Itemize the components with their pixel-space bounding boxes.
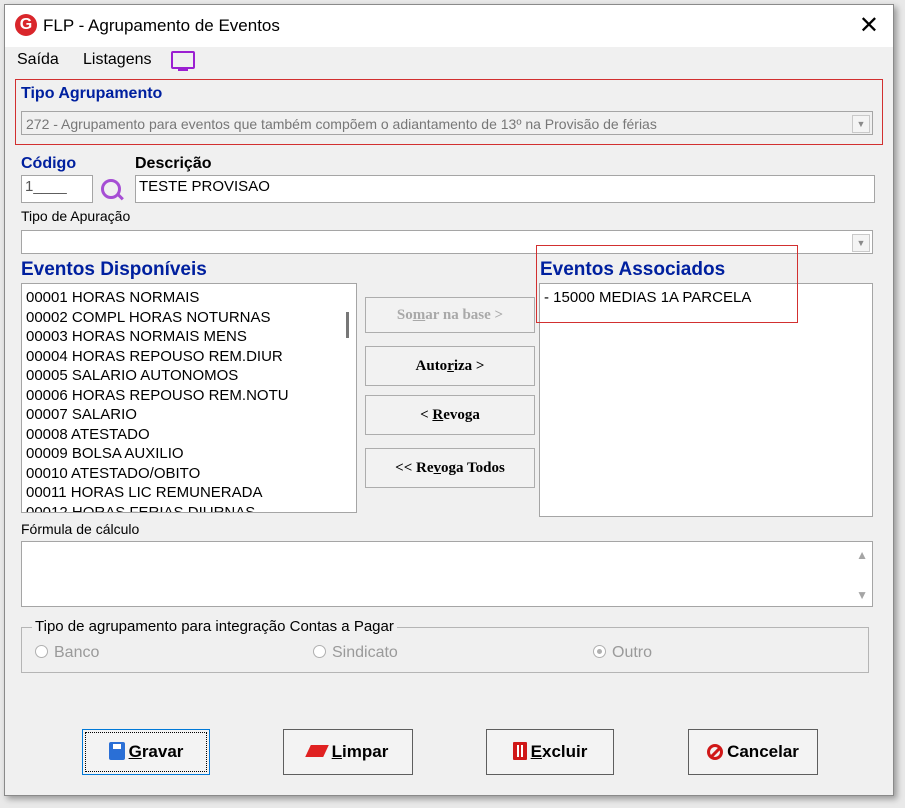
radio-outro-label: Outro — [612, 644, 653, 661]
tipo-agrupamento-value: 272 - Agrupamento para eventos que també… — [26, 116, 657, 132]
revoga-todos-button[interactable]: << Revoga Todos — [365, 448, 535, 488]
scroll-down-icon[interactable]: ▼ — [856, 588, 868, 602]
descricao-label: Descrição — [135, 155, 212, 172]
codigo-field[interactable]: 1____ — [21, 175, 93, 203]
radio-banco[interactable]: Banco — [35, 644, 99, 662]
tipo-agrupamento-label: Tipo Agrupamento — [21, 85, 163, 102]
list-item[interactable]: 00002 COMPL HORAS NOTURNAS — [22, 308, 356, 328]
menu-bar: Saída Listagens — [5, 47, 893, 75]
scroll-up-icon[interactable]: ▲ — [856, 548, 868, 562]
chevron-down-icon[interactable]: ▼ — [852, 115, 870, 133]
window-title: FLP - Agrupamento de Eventos — [43, 16, 280, 35]
save-icon — [108, 742, 125, 760]
radio-banco-label: Banco — [54, 644, 100, 661]
dialog-window: G FLP - Agrupamento de Eventos ✕ Saída L… — [4, 4, 894, 796]
list-item[interactable]: 00004 HORAS REPOUSO REM.DIUR — [22, 347, 356, 367]
somar-na-base-button[interactable]: Somar na base > — [365, 297, 535, 333]
eventos-disponiveis-label: Eventos Disponíveis — [21, 259, 207, 280]
integracao-legend: Tipo de agrupamento para integração Cont… — [32, 618, 397, 635]
codigo-label: Código — [21, 155, 77, 172]
chevron-down-icon[interactable]: ▼ — [852, 234, 870, 252]
gravar-button[interactable]: Gravar — [82, 729, 210, 775]
list-scrollbar[interactable] — [340, 284, 356, 512]
list-item[interactable]: 00010 ATESTADO/OBITO — [22, 464, 356, 484]
radio-outro-circle[interactable] — [593, 645, 606, 658]
radio-outro[interactable]: Outro — [593, 644, 652, 662]
radio-sindicato[interactable]: Sindicato — [313, 644, 398, 662]
list-item[interactable]: 00012 HORAS FERIAS DIURNAS — [22, 503, 356, 513]
list-item[interactable]: 00005 SALARIO AUTONOMOS — [22, 366, 356, 386]
menu-listagens[interactable]: Listagens — [83, 51, 152, 69]
tipo-apuracao-label: Tipo de Apuração — [21, 208, 131, 224]
list-item[interactable]: 00007 SALARIO — [22, 405, 356, 425]
list-item[interactable]: 00009 BOLSA AUXILIO — [22, 444, 356, 464]
list-item[interactable]: 00011 HORAS LIC REMUNERADA — [22, 483, 356, 503]
list-item[interactable]: 00006 HORAS REPOUSO REM.NOTU — [22, 386, 356, 406]
trash-icon — [512, 742, 527, 760]
close-icon[interactable]: ✕ — [859, 11, 879, 40]
autoriza-button[interactable]: Autoriza > — [365, 346, 535, 386]
descricao-field[interactable]: TESTE PROVISAO — [135, 175, 875, 203]
radio-sindicato-label: Sindicato — [332, 644, 398, 661]
formula-field[interactable]: ▲ ▼ — [21, 541, 873, 607]
limpar-button[interactable]: Limpar — [283, 729, 413, 775]
menu-saida[interactable]: Saída — [17, 51, 59, 69]
list-item[interactable]: 00003 HORAS NORMAIS MENS — [22, 327, 356, 347]
tipo-agrupamento-select[interactable]: 272 - Agrupamento para eventos que també… — [21, 111, 873, 135]
cancelar-button[interactable]: Cancelar — [688, 729, 818, 775]
radio-sindicato-circle[interactable] — [313, 645, 326, 658]
excluir-button[interactable]: Excluir — [486, 729, 614, 775]
eraser-icon — [304, 745, 329, 757]
eventos-associados-highlight — [536, 245, 798, 323]
monitor-icon[interactable] — [171, 51, 195, 71]
revoga-button[interactable]: < Revoga — [365, 395, 535, 435]
search-icon[interactable] — [101, 179, 121, 199]
eventos-disponiveis-list[interactable]: 00001 HORAS NORMAIS 00002 COMPL HORAS NO… — [21, 283, 357, 513]
list-item[interactable]: 00001 HORAS NORMAIS — [22, 288, 356, 308]
app-logo-icon: G — [15, 14, 37, 36]
scrollbar-thumb[interactable] — [346, 312, 349, 338]
list-item[interactable]: 00008 ATESTADO — [22, 425, 356, 445]
cancel-icon — [707, 744, 724, 760]
formula-label: Fórmula de cálculo — [21, 521, 140, 537]
radio-banco-circle[interactable] — [35, 645, 48, 658]
title-bar: G FLP - Agrupamento de Eventos ✕ — [5, 5, 893, 47]
